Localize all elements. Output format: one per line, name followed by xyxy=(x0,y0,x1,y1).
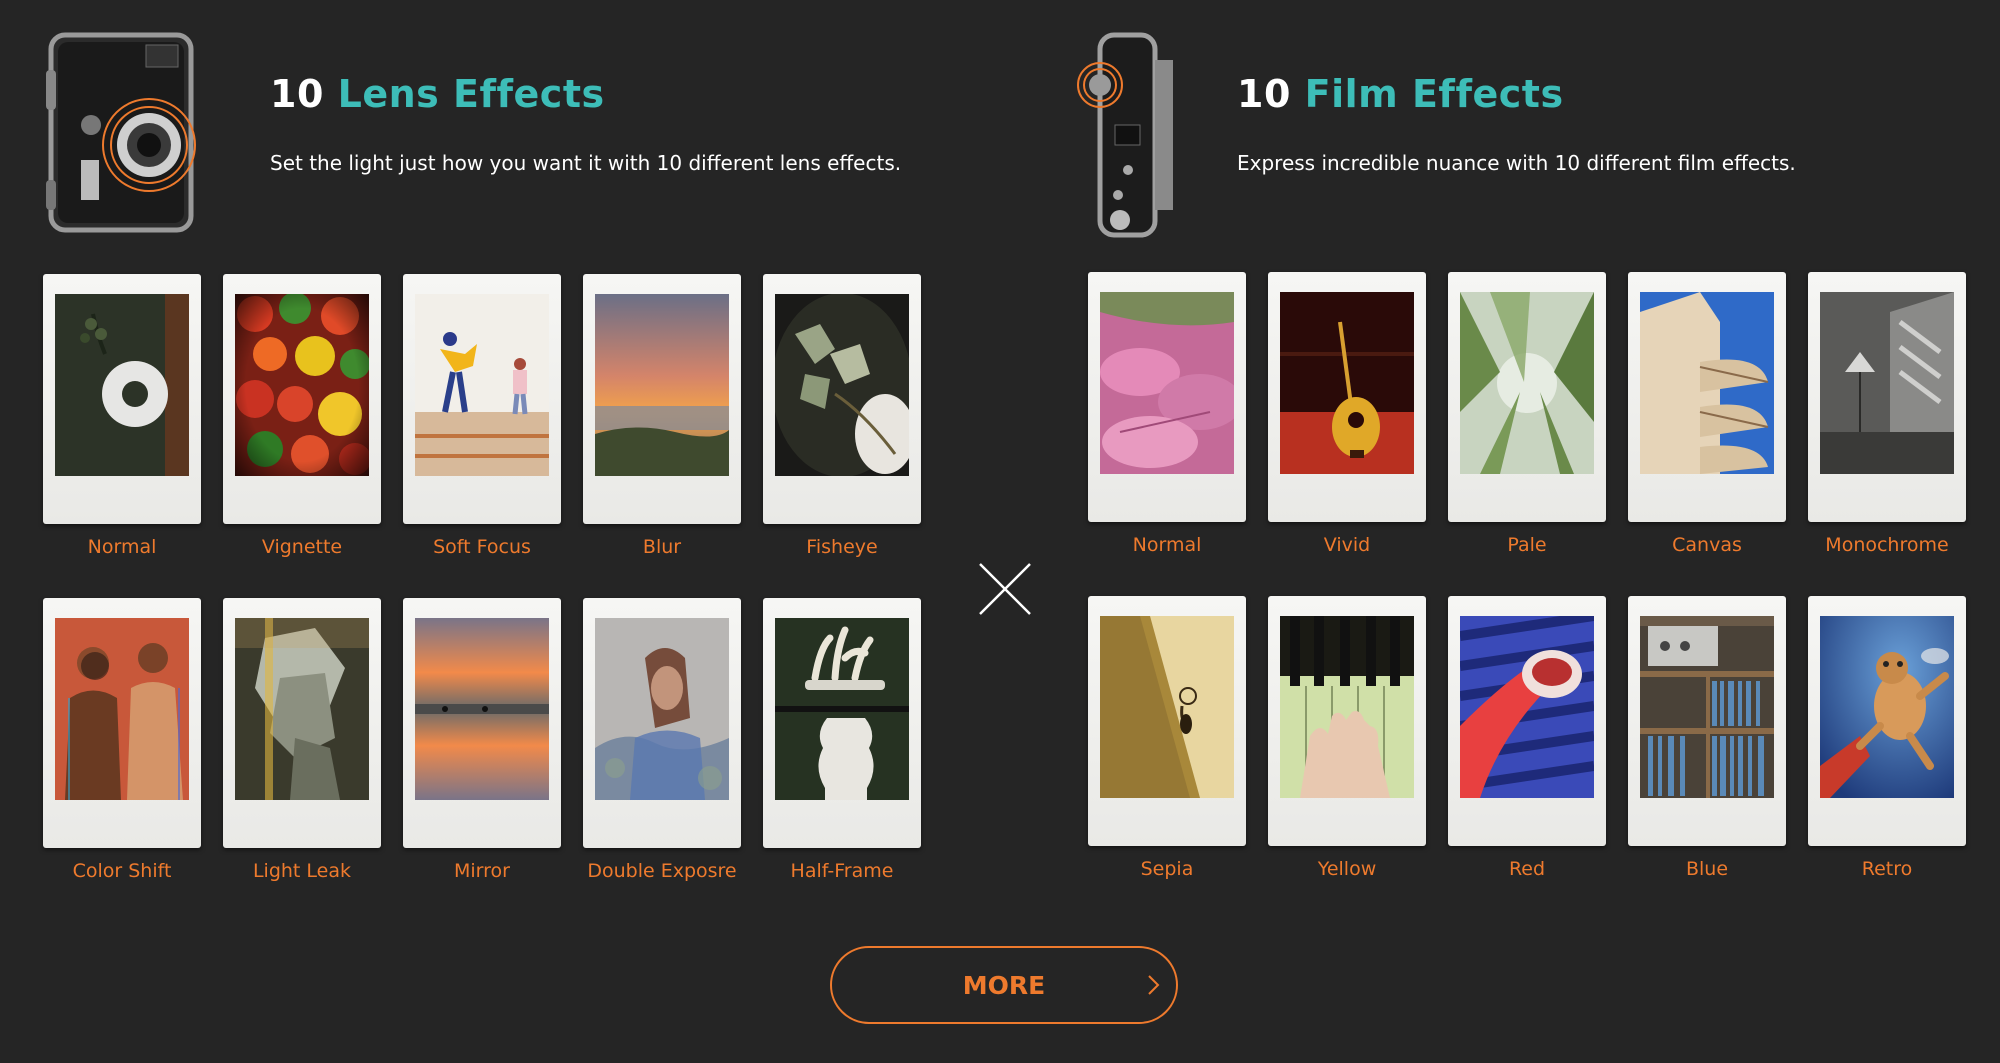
photo-sepia xyxy=(1100,616,1234,798)
effect-label: Sepia xyxy=(1140,858,1194,880)
effect-label: Yellow xyxy=(1317,858,1377,880)
lens-effect-normal: Normal xyxy=(43,274,201,598)
effect-label: Blue xyxy=(1685,858,1729,880)
photo-half-frame xyxy=(775,618,909,800)
polaroid-frame xyxy=(1268,596,1426,846)
photo-soft-focus xyxy=(415,294,549,476)
polaroid-frame xyxy=(223,274,381,524)
lens-effects-grid: Normal Vignette Soft Focus Blur Fisheye … xyxy=(43,274,921,922)
polaroid-frame xyxy=(1268,272,1426,522)
lens-effect-fisheye: Fisheye xyxy=(763,274,921,598)
photo-light-leak xyxy=(235,618,369,800)
lens-effect-double-exposre: Double Exposre xyxy=(583,598,741,922)
lens-effect-half-frame: Half-Frame xyxy=(763,598,921,922)
film-effect-blue: Blue xyxy=(1628,596,1786,920)
lens-effect-soft-focus: Soft Focus xyxy=(403,274,561,598)
polaroid-frame xyxy=(223,598,381,848)
film-effect-sepia: Sepia xyxy=(1088,596,1246,920)
effect-label: Vignette xyxy=(261,536,343,558)
lens-effect-vignette: Vignette xyxy=(223,274,381,598)
photo-fisheye xyxy=(775,294,909,476)
photo-vignette xyxy=(235,294,369,476)
more-button[interactable]: MORE xyxy=(830,946,1178,1024)
polaroid-frame xyxy=(1088,272,1246,522)
photo-vivid xyxy=(1280,292,1414,474)
polaroid-frame xyxy=(1628,596,1786,846)
photo-color-shift xyxy=(55,618,189,800)
more-button-label: MORE xyxy=(962,970,1046,1000)
photo-blue xyxy=(1640,616,1774,798)
polaroid-frame xyxy=(763,274,921,524)
effect-label: Half-Frame xyxy=(790,860,894,882)
lens-effect-mirror: Mirror xyxy=(403,598,561,922)
effect-label: Retro xyxy=(1861,858,1913,880)
film-effect-pale: Pale xyxy=(1448,272,1606,596)
polaroid-frame xyxy=(1628,272,1786,522)
photo-blur xyxy=(595,294,729,476)
polaroid-frame xyxy=(1088,596,1246,846)
polaroid-frame xyxy=(1448,272,1606,522)
photo-yellow xyxy=(1280,616,1414,798)
lens-effect-light-leak: Light Leak xyxy=(223,598,381,922)
instax-camera-front-icon xyxy=(46,32,196,233)
photo-double-exposre xyxy=(595,618,729,800)
effect-label: Red xyxy=(1508,858,1546,880)
effect-label: Canvas xyxy=(1672,534,1742,556)
effect-label: Normal xyxy=(1132,534,1202,556)
photo-normal xyxy=(55,294,189,476)
photo-mirror xyxy=(415,618,549,800)
effect-label: Monochrome xyxy=(1825,534,1949,556)
film-effects-description: Express incredible nuance with 10 differ… xyxy=(1237,151,1796,175)
photo-retro xyxy=(1820,616,1954,798)
cross-icon xyxy=(979,563,1031,615)
photo-red xyxy=(1460,616,1594,798)
polaroid-frame xyxy=(1448,596,1606,846)
effect-label: Double Exposre xyxy=(587,860,737,882)
lens-effect-color-shift: Color Shift xyxy=(43,598,201,922)
photo-pale xyxy=(1460,292,1594,474)
film-effects-grid: Normal Vivid Pale Canvas Monochrome Sepi… xyxy=(1088,272,1966,920)
film-effect-retro: Retro xyxy=(1808,596,1966,920)
film-effect-red: Red xyxy=(1448,596,1606,920)
polaroid-frame xyxy=(763,598,921,848)
lens-effects-title: 10 Lens Effects xyxy=(270,72,605,116)
polaroid-frame xyxy=(583,598,741,848)
instax-camera-side-icon xyxy=(1077,32,1173,238)
effect-label: Fisheye xyxy=(806,536,878,558)
lens-effects-description: Set the light just how you want it with … xyxy=(270,151,902,175)
photo-canvas xyxy=(1640,292,1774,474)
photo-film-normal xyxy=(1100,292,1234,474)
effect-label: Light Leak xyxy=(252,860,352,882)
polaroid-frame xyxy=(403,598,561,848)
effect-label: Mirror xyxy=(454,860,510,882)
polaroid-frame xyxy=(43,274,201,524)
polaroid-frame xyxy=(1808,272,1966,522)
effect-label: Pale xyxy=(1507,534,1547,556)
polaroid-frame xyxy=(43,598,201,848)
photo-monochrome xyxy=(1820,292,1954,474)
film-effect-yellow: Yellow xyxy=(1268,596,1426,920)
lens-effect-blur: Blur xyxy=(583,274,741,598)
film-effects-title: 10 Film Effects xyxy=(1237,72,1564,116)
film-effect-vivid: Vivid xyxy=(1268,272,1426,596)
polaroid-frame xyxy=(1808,596,1966,846)
polaroid-frame xyxy=(583,274,741,524)
film-effect-normal: Normal xyxy=(1088,272,1246,596)
effect-label: Normal xyxy=(87,536,157,558)
film-effect-canvas: Canvas xyxy=(1628,272,1786,596)
effect-label: Vivid xyxy=(1323,534,1371,556)
chevron-right-icon xyxy=(1148,975,1160,995)
effect-label: Color Shift xyxy=(72,860,172,882)
film-effect-monochrome: Monochrome xyxy=(1808,272,1966,596)
polaroid-frame xyxy=(403,274,561,524)
effect-label: Blur xyxy=(642,536,682,558)
effect-label: Soft Focus xyxy=(433,536,531,558)
